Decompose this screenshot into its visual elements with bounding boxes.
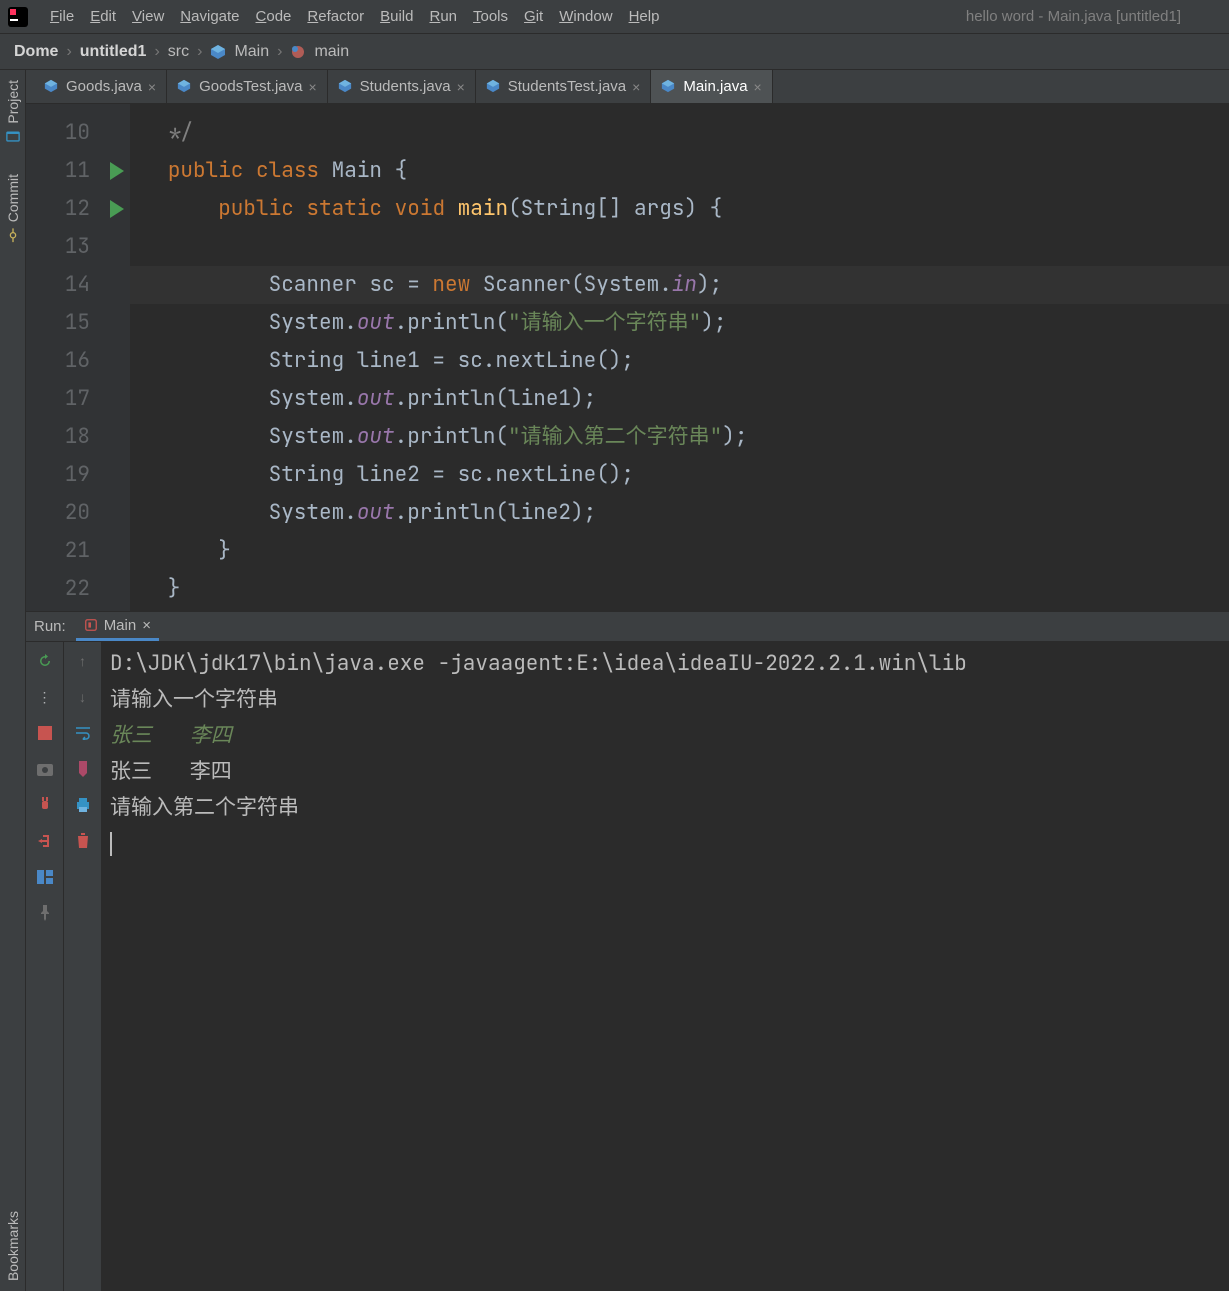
menu-edit[interactable]: Edit — [82, 4, 124, 29]
close-icon[interactable]: × — [457, 79, 465, 95]
more-icon[interactable]: ⋮ — [34, 686, 56, 708]
console-output[interactable]: D:\JDK\jdk17\bin\java.exe -javaagent:E:\… — [102, 642, 1229, 1291]
up-arrow-icon[interactable]: ↑ — [72, 650, 94, 672]
window-title: hello word - Main.java [untitled1] — [966, 8, 1181, 25]
stop-icon[interactable] — [34, 722, 56, 744]
breadcrumb-item[interactable]: main — [314, 43, 349, 61]
menu-git[interactable]: Git — [516, 4, 551, 29]
menu-navigate[interactable]: Navigate — [172, 4, 247, 29]
close-icon[interactable]: × — [148, 79, 156, 95]
exit-icon[interactable] — [34, 830, 56, 852]
menu-help[interactable]: Help — [621, 4, 668, 29]
run-gutter-icon[interactable] — [110, 200, 124, 218]
code-area[interactable]: */ public class Main { public static voi… — [130, 104, 1229, 611]
menu-code[interactable]: Code — [248, 4, 300, 29]
menu-window[interactable]: Window — [551, 4, 620, 29]
plug-icon[interactable] — [34, 794, 56, 816]
rerun-icon[interactable] — [34, 650, 56, 672]
close-icon[interactable]: × — [632, 79, 640, 95]
menu-refactor[interactable]: Refactor — [299, 4, 372, 29]
breadcrumb-root[interactable]: Dome — [14, 43, 58, 61]
tool-window-project[interactable]: Project — [5, 80, 21, 144]
editor-tabs: Goods.java×GoodsTest.java×Students.java×… — [26, 70, 1229, 104]
editor-tab[interactable]: StudentsTest.java× — [476, 70, 652, 103]
breadcrumb-item[interactable]: Main — [234, 43, 269, 61]
java-file-icon — [44, 79, 60, 95]
menu-tools[interactable]: Tools — [465, 4, 516, 29]
java-file-icon — [661, 79, 677, 95]
run-tab[interactable]: Main × — [76, 612, 159, 641]
print-icon[interactable] — [72, 794, 94, 816]
down-arrow-icon[interactable]: ↓ — [72, 686, 94, 708]
gutter[interactable]: 10111213141516171819202122 — [26, 104, 130, 611]
method-icon — [290, 44, 306, 60]
trash-icon[interactable] — [72, 830, 94, 852]
menu-build[interactable]: Build — [372, 4, 421, 29]
menubar: FileEditViewNavigateCodeRefactorBuildRun… — [0, 0, 1229, 34]
close-icon[interactable]: × — [142, 617, 151, 634]
java-file-icon — [338, 79, 354, 95]
code-editor[interactable]: 10111213141516171819202122 */ public cla… — [26, 104, 1229, 611]
tool-window-commit[interactable]: Commit — [5, 174, 21, 242]
editor-tab[interactable]: Students.java× — [328, 70, 476, 103]
close-icon[interactable]: × — [754, 79, 762, 95]
editor-tab[interactable]: Main.java× — [651, 70, 772, 103]
run-toolbar-left: ⋮ — [26, 642, 64, 1291]
menu-run[interactable]: Run — [421, 4, 465, 29]
tool-window-bookmarks[interactable]: Bookmarks — [5, 1211, 21, 1281]
soft-wrap-icon[interactable] — [72, 722, 94, 744]
class-icon — [210, 44, 226, 60]
breadcrumb: Dome › untitled1 › src › Main › main — [0, 34, 1229, 70]
menu-file[interactable]: File — [42, 4, 82, 29]
editor-tab[interactable]: Goods.java× — [34, 70, 167, 103]
run-toolbar-right: ↑ ↓ — [64, 642, 102, 1291]
run-config-icon — [84, 618, 98, 632]
editor-tab[interactable]: GoodsTest.java× — [167, 70, 328, 103]
app-logo-icon — [8, 7, 28, 27]
java-file-icon — [177, 79, 193, 95]
left-rail: Project Commit Bookmarks — [0, 70, 26, 1291]
run-panel: Run: Main × ⋮ — [26, 611, 1229, 1291]
java-file-icon — [486, 79, 502, 95]
pin-icon[interactable] — [34, 902, 56, 924]
close-icon[interactable]: × — [308, 79, 316, 95]
layout-icon[interactable] — [34, 866, 56, 888]
scroll-to-end-icon[interactable] — [72, 758, 94, 780]
breadcrumb-item[interactable]: untitled1 — [80, 43, 147, 61]
run-label: Run: — [34, 618, 66, 635]
run-gutter-icon[interactable] — [110, 162, 124, 180]
breadcrumb-item[interactable]: src — [168, 43, 189, 61]
camera-icon[interactable] — [34, 758, 56, 780]
menu-view[interactable]: View — [124, 4, 172, 29]
